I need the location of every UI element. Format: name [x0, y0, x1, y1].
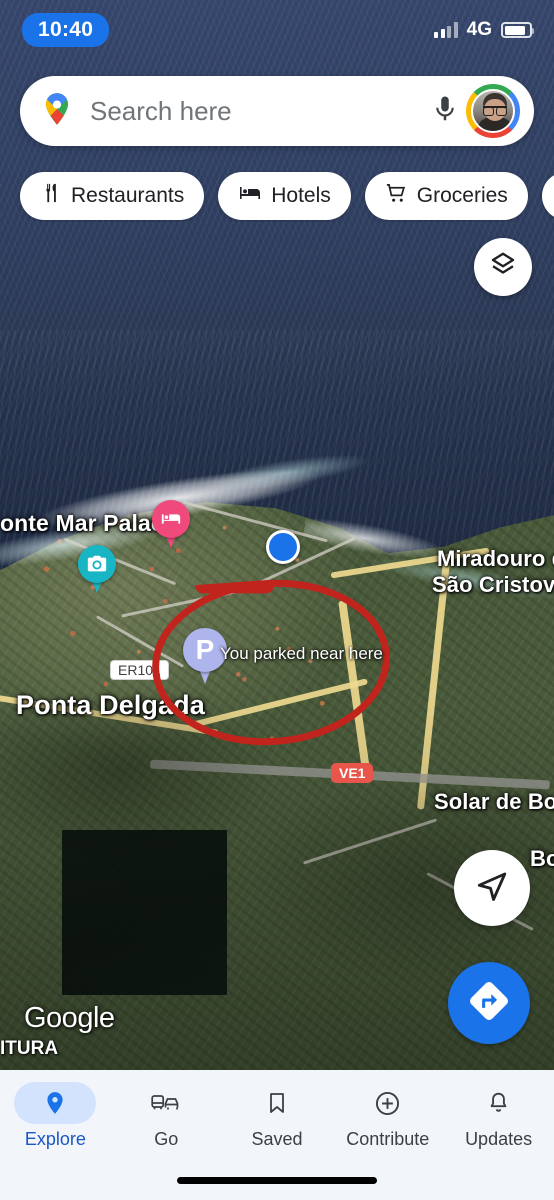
bell-icon — [458, 1082, 540, 1124]
layers-icon — [488, 250, 518, 285]
nav-item-explore[interactable]: Explore — [0, 1082, 111, 1200]
chip-label: Restaurants — [71, 184, 185, 207]
map-layers-button[interactable] — [474, 238, 532, 296]
restaurant-icon — [40, 182, 62, 210]
user-location-dot — [266, 530, 300, 564]
bottom-navigation-bar[interactable]: Explore Go Saved Contribute Updates — [0, 1070, 554, 1200]
map-label-bo: Bo — [530, 846, 554, 871]
map-pin-photo-viewpoint[interactable] — [78, 545, 116, 595]
nav-label: Updates — [465, 1129, 533, 1149]
battery-icon — [501, 22, 534, 38]
avatar-photo — [471, 89, 515, 133]
map-label-miradouro: Miradouro d — [437, 546, 554, 571]
microphone-icon[interactable] — [430, 94, 460, 129]
signal-bars-icon — [434, 22, 458, 38]
home-indicator — [177, 1177, 377, 1184]
parking-letter-p: P — [195, 634, 215, 665]
my-location-button[interactable] — [454, 850, 530, 926]
hotel-bed-icon — [238, 181, 262, 211]
google-maps-screen: onte Mar Palace Ponta Delgada Miradouro … — [0, 0, 554, 1200]
category-chips-row[interactable]: Restaurants Hotels Groceries — [0, 170, 554, 222]
chip-label: Groceries — [416, 184, 508, 207]
bookmark-icon — [236, 1082, 318, 1124]
map-label-sao-cristovao: São Cristovã — [432, 572, 554, 597]
chip-label: Hotels — [271, 184, 331, 207]
google-watermark: Google — [24, 1002, 115, 1034]
map-pin-hotel[interactable] — [152, 500, 190, 550]
status-time: 10:40 — [22, 13, 110, 47]
map-pin-icon — [14, 1082, 97, 1124]
nav-label: Go — [154, 1129, 179, 1149]
plus-circle-icon — [347, 1082, 429, 1124]
navigation-arrow-icon — [474, 868, 510, 909]
chip-restaurants[interactable]: Restaurants — [20, 172, 205, 220]
directions-turn-right-icon — [466, 978, 512, 1029]
chip-gas[interactable] — [541, 172, 554, 220]
camera-icon — [78, 545, 116, 583]
status-bar: 10:40 4G — [0, 0, 554, 60]
avatar[interactable] — [466, 84, 520, 138]
nav-label: Explore — [24, 1129, 86, 1149]
commute-icon — [125, 1082, 207, 1124]
directions-button[interactable] — [448, 962, 530, 1044]
search-bar[interactable]: Search here — [20, 76, 534, 146]
hotel-bed-icon — [152, 500, 190, 538]
google-maps-pin-icon — [38, 90, 76, 133]
map-label-solar-de-boaventura: Solar de Boav — [434, 789, 554, 814]
network-type: 4G — [466, 19, 492, 40]
map-label-monte-mar-palace: onte Mar Palace — [0, 510, 177, 536]
search-input[interactable]: Search here — [90, 96, 430, 127]
parked-here-label: You parked near here — [220, 644, 383, 663]
nav-label: Contribute — [346, 1129, 430, 1149]
chip-groceries[interactable]: Groceries — [364, 172, 528, 220]
status-right-group: 4G — [434, 19, 534, 41]
nav-item-updates[interactable]: Updates — [443, 1082, 554, 1200]
nav-label: Saved — [251, 1129, 303, 1149]
road-shield-ve1: VE1 — [331, 763, 374, 783]
shopping-cart-icon — [385, 182, 408, 211]
chip-hotels[interactable]: Hotels — [218, 172, 351, 220]
map-label-cut-itura: ITURA — [0, 1038, 59, 1059]
